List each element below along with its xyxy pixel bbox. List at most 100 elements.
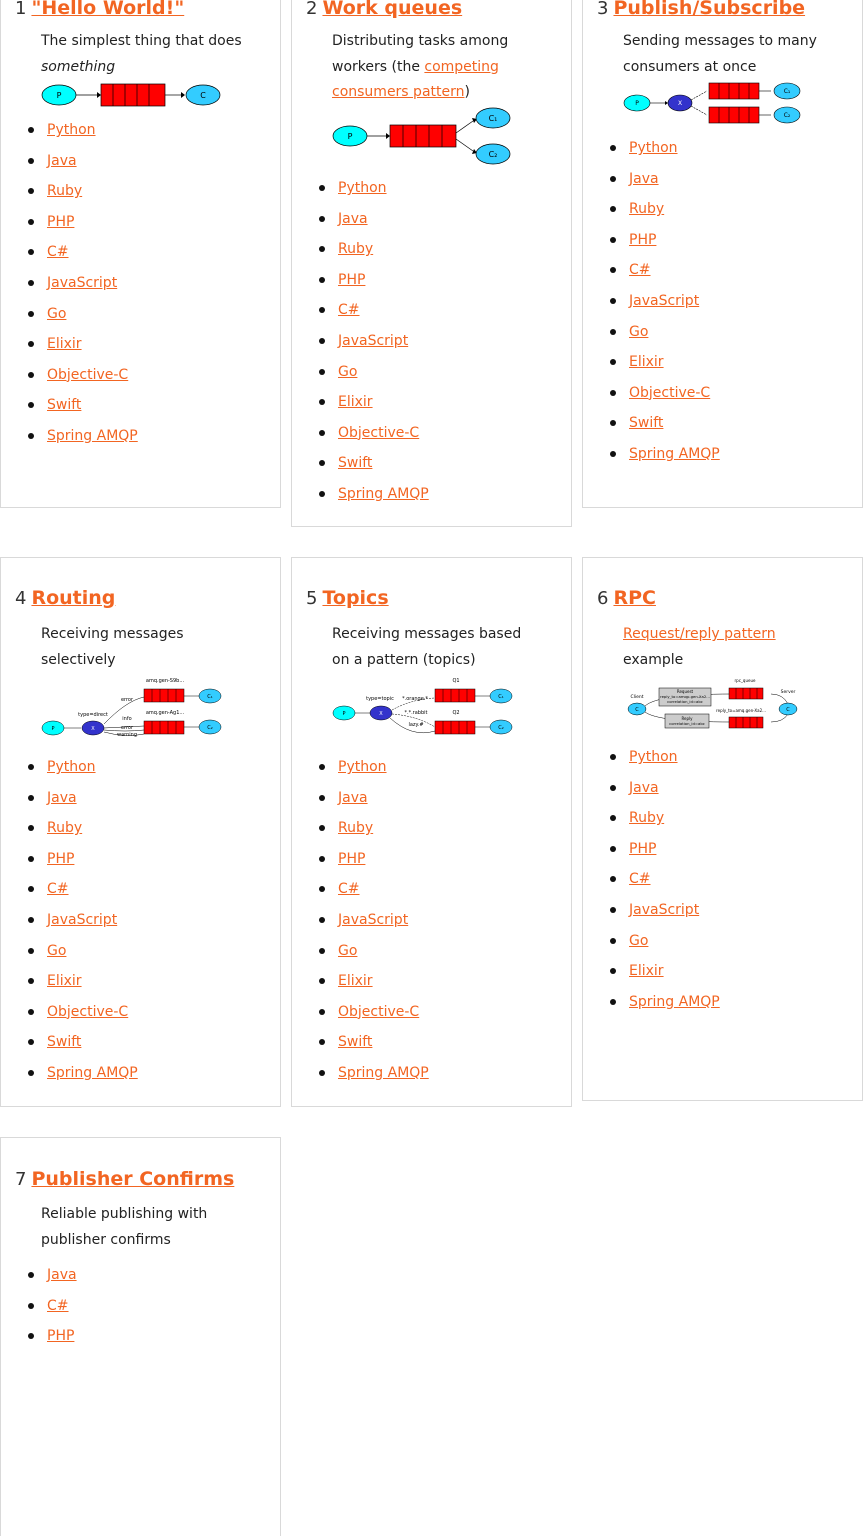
tutorial-number: 4 (15, 588, 27, 609)
request-reply-pattern-link[interactable]: Request/reply pattern (623, 626, 776, 642)
language-link-ruby[interactable]: Ruby (338, 820, 373, 836)
language-link-spring-amqp[interactable]: Spring AMQP (338, 1065, 429, 1081)
language-link-java[interactable]: Java (629, 171, 659, 187)
list-item: JavaScript (610, 292, 720, 323)
language-link-go[interactable]: Go (338, 364, 357, 380)
language-link-php[interactable]: PHP (338, 851, 365, 867)
language-link-go[interactable]: Go (47, 306, 66, 322)
language-link-objective-c[interactable]: Objective-C (338, 1004, 419, 1020)
rpc-diagram: Client C Request reply_to=amqp.gen-Xa2..… (627, 678, 798, 729)
language-link-csharp[interactable]: C# (47, 881, 69, 897)
list-item: Go (610, 932, 720, 963)
language-link-go[interactable]: Go (338, 943, 357, 959)
language-link-elixir[interactable]: Elixir (629, 354, 664, 370)
language-link-ruby[interactable]: Ruby (629, 810, 664, 826)
language-link-elixir[interactable]: Elixir (338, 394, 373, 410)
language-link-javascript[interactable]: JavaScript (629, 293, 699, 309)
consumer-label: C (200, 91, 206, 100)
language-link-csharp[interactable]: C# (47, 1298, 69, 1314)
language-link-python[interactable]: Python (629, 749, 678, 765)
language-link-objective-c[interactable]: Objective-C (629, 385, 710, 401)
language-link-objective-c[interactable]: Objective-C (338, 425, 419, 441)
tutorial-title-link[interactable]: Work queues (322, 0, 462, 19)
language-link-csharp[interactable]: C# (47, 244, 69, 260)
language-link-go[interactable]: Go (629, 933, 648, 949)
language-link-ruby[interactable]: Ruby (47, 820, 82, 836)
list-item: Python (319, 758, 429, 789)
language-link-spring-amqp[interactable]: Spring AMQP (47, 1065, 138, 1081)
list-item: Swift (319, 1033, 429, 1064)
list-item: Ruby (610, 809, 720, 840)
language-link-swift[interactable]: Swift (47, 1034, 81, 1050)
language-link-csharp[interactable]: C# (338, 881, 360, 897)
language-link-spring-amqp[interactable]: Spring AMQP (629, 446, 720, 462)
language-link-php[interactable]: PHP (47, 1328, 74, 1344)
tutorial-title-link[interactable]: "Hello World!" (31, 0, 184, 19)
list-item: Swift (28, 1033, 138, 1064)
language-link-objective-c[interactable]: Objective-C (47, 1004, 128, 1020)
card-title: 5 Topics (306, 586, 389, 611)
language-link-php[interactable]: PHP (47, 851, 74, 867)
language-link-php[interactable]: PHP (629, 232, 656, 248)
tutorial-number: 7 (15, 1169, 27, 1190)
language-link-java[interactable]: Java (338, 211, 368, 227)
language-link-python[interactable]: Python (629, 140, 678, 156)
consumer-2-label: C₂ (489, 150, 498, 159)
list-item: Java (610, 170, 720, 201)
language-link-java[interactable]: Java (629, 780, 659, 796)
language-link-php[interactable]: PHP (338, 272, 365, 288)
language-link-go[interactable]: Go (629, 324, 648, 340)
language-link-python[interactable]: Python (47, 122, 96, 138)
tutorial-title-link[interactable]: Publisher Confirms (31, 1168, 234, 1190)
language-link-javascript[interactable]: JavaScript (338, 912, 408, 928)
tutorial-title-link[interactable]: Publish/Subscribe (613, 0, 805, 19)
list-item: JavaScript (319, 332, 429, 363)
topics-diagram: P type=topic X *.orange.* *.*.rabbit laz… (332, 678, 513, 735)
language-link-elixir[interactable]: Elixir (338, 973, 373, 989)
language-link-ruby[interactable]: Ruby (47, 183, 82, 199)
language-link-javascript[interactable]: JavaScript (338, 333, 408, 349)
language-link-csharp[interactable]: C# (338, 302, 360, 318)
language-link-javascript[interactable]: JavaScript (47, 912, 117, 928)
language-link-swift[interactable]: Swift (629, 415, 663, 431)
language-link-ruby[interactable]: Ruby (338, 241, 373, 257)
tutorial-title-link[interactable]: Topics (322, 587, 388, 609)
language-link-python[interactable]: Python (338, 759, 387, 775)
list-item: C# (28, 1297, 77, 1328)
language-link-python[interactable]: Python (47, 759, 96, 775)
binding-lazy-label: lazy.# (408, 722, 423, 728)
list-item: PHP (319, 271, 429, 302)
language-link-swift[interactable]: Swift (338, 1034, 372, 1050)
language-link-elixir[interactable]: Elixir (47, 973, 82, 989)
language-link-php[interactable]: PHP (47, 214, 74, 230)
language-link-swift[interactable]: Swift (338, 455, 372, 471)
language-link-java[interactable]: Java (338, 790, 368, 806)
language-link-spring-amqp[interactable]: Spring AMQP (629, 994, 720, 1010)
language-link-swift[interactable]: Swift (47, 397, 81, 413)
language-link-csharp[interactable]: C# (629, 262, 651, 278)
language-link-elixir[interactable]: Elixir (47, 336, 82, 352)
list-item: Go (28, 305, 138, 336)
language-link-java[interactable]: Java (47, 153, 77, 169)
language-link-elixir[interactable]: Elixir (629, 963, 664, 979)
language-link-javascript[interactable]: JavaScript (629, 902, 699, 918)
language-link-spring-amqp[interactable]: Spring AMQP (338, 486, 429, 502)
language-link-java[interactable]: Java (47, 790, 77, 806)
language-link-java[interactable]: Java (47, 1267, 77, 1283)
language-link-objective-c[interactable]: Objective-C (47, 367, 128, 383)
language-link-spring-amqp[interactable]: Spring AMQP (47, 428, 138, 444)
list-item: Python (28, 758, 138, 789)
language-link-php[interactable]: PHP (629, 841, 656, 857)
producer-label: P (342, 711, 345, 717)
language-link-javascript[interactable]: JavaScript (47, 275, 117, 291)
tutorial-description: Distributing tasks among workers (the co… (332, 29, 542, 106)
language-list: Python Java Ruby PHP C# JavaScript Go El… (319, 758, 429, 1095)
language-link-ruby[interactable]: Ruby (629, 201, 664, 217)
tutorial-title-link[interactable]: Routing (31, 587, 115, 609)
language-list: Python Java Ruby PHP C# JavaScript Go El… (610, 139, 720, 476)
language-link-csharp[interactable]: C# (629, 871, 651, 887)
language-link-go[interactable]: Go (47, 943, 66, 959)
language-link-python[interactable]: Python (338, 180, 387, 196)
tutorial-title-link[interactable]: RPC (613, 587, 656, 609)
consumer-2-label: C₂ (207, 725, 213, 731)
